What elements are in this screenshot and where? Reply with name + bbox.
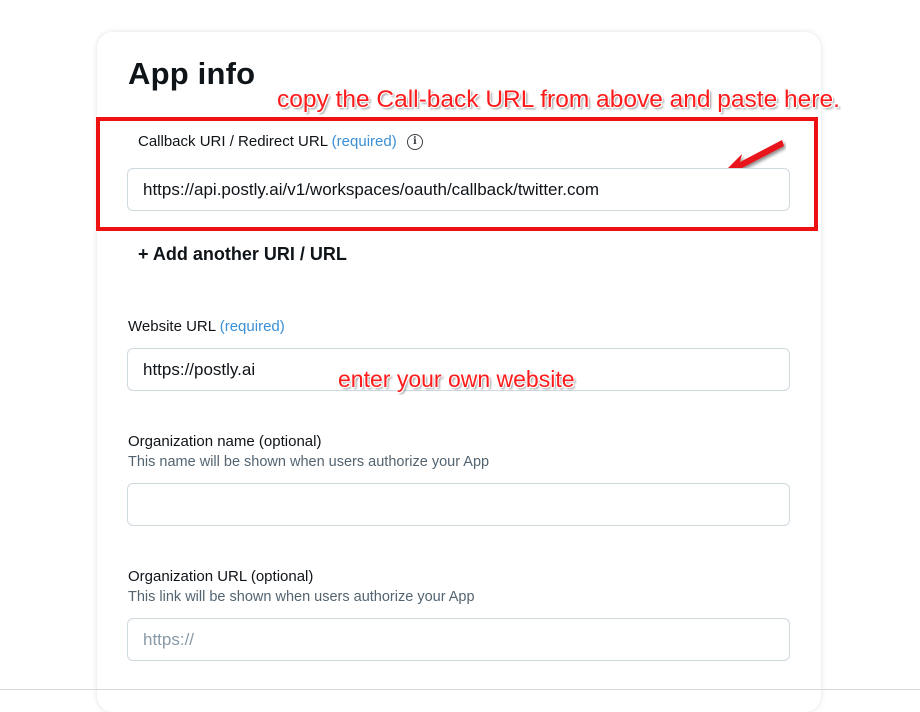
page-title: App info (128, 56, 256, 91)
organization-url-label-text: Organization URL (128, 568, 247, 585)
callback-required-tag: (required) (331, 133, 397, 150)
organization-name-label-text: Organization name (128, 433, 255, 450)
organization-url-placeholder: https:// (143, 630, 195, 649)
callback-annotation: copy the Call-back URL from above and pa… (277, 86, 840, 113)
organization-url-label: Organization URL (optional) (128, 568, 313, 585)
organization-url-optional-tag: (optional) (250, 568, 314, 585)
organization-name-hint: This name will be shown when users autho… (128, 454, 490, 470)
organization-name-label: Organization name (optional) (128, 433, 321, 450)
add-another-uri-button[interactable]: + Add another URI / URL (138, 244, 347, 265)
callback-label-text: Callback URI / Redirect URL (138, 133, 328, 150)
callback-label: Callback URI / Redirect URL (required) i (138, 133, 423, 151)
organization-name-input[interactable] (127, 483, 790, 526)
website-annotation: enter your own website (338, 366, 575, 392)
website-label-text: Website URL (128, 318, 216, 335)
info-icon[interactable]: i (406, 134, 423, 151)
callback-url-input[interactable]: https://api.postly.ai/v1/workspaces/oaut… (127, 168, 790, 211)
website-required-tag: (required) (219, 318, 285, 335)
organization-name-optional-tag: (optional) (258, 433, 322, 450)
organization-url-hint: This link will be shown when users autho… (128, 589, 475, 605)
website-label: Website URL (required) (128, 318, 285, 335)
organization-url-input[interactable]: https:// (127, 618, 790, 661)
page-divider (0, 689, 920, 690)
